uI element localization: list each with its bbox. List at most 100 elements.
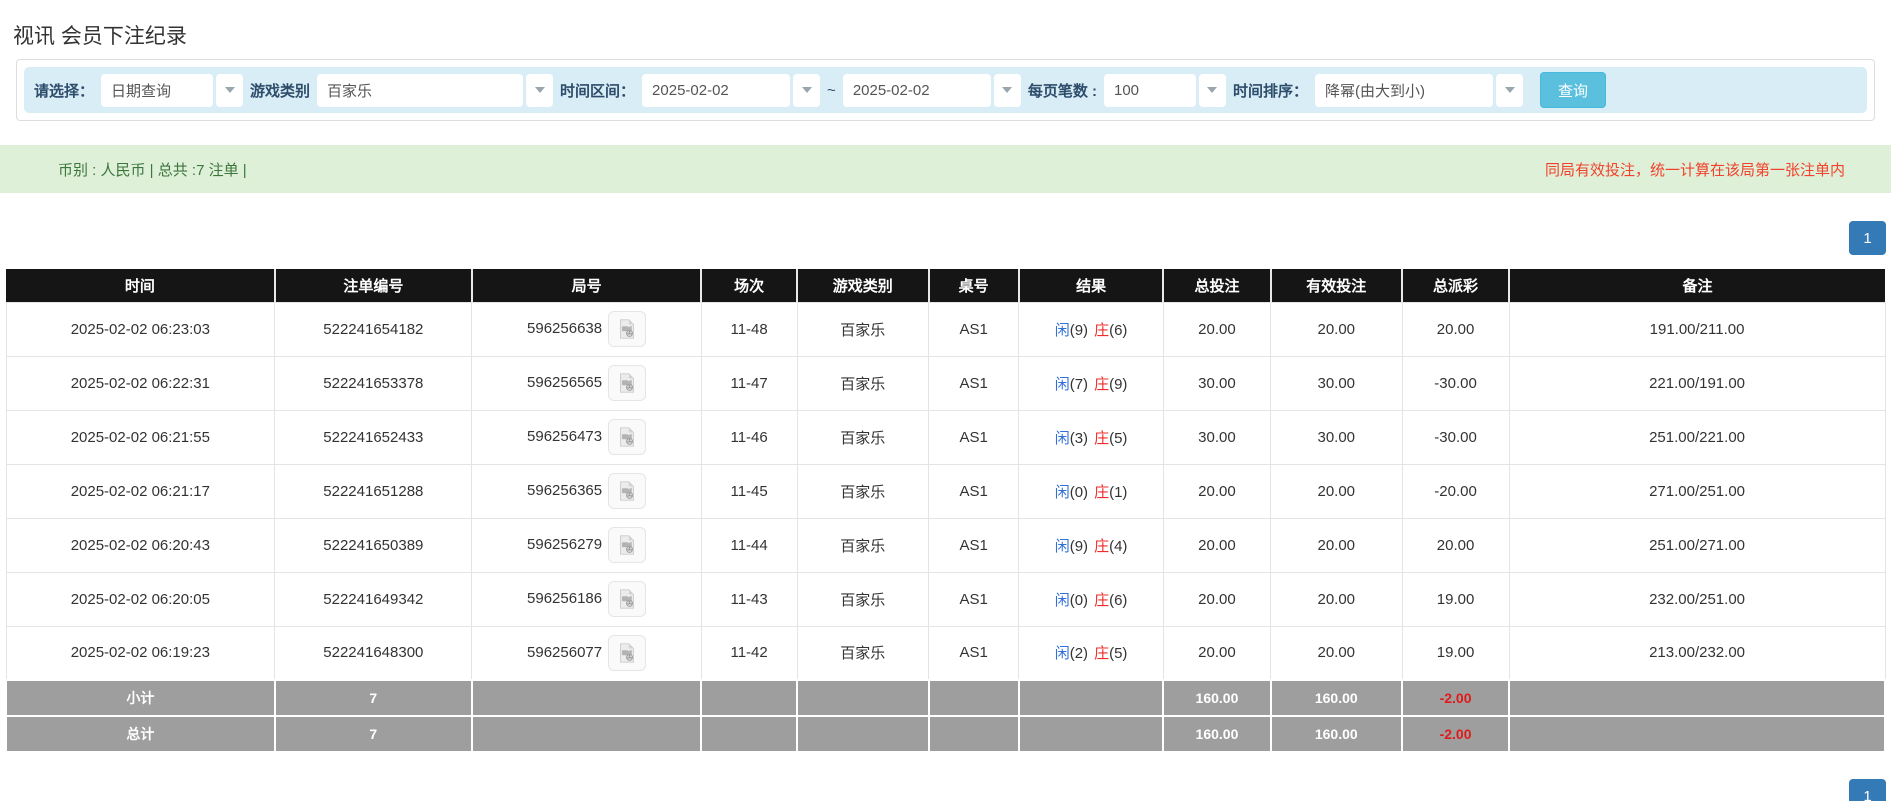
valid-bet-cell: 20.00 [1271, 518, 1403, 572]
date-from-caret-button[interactable] [793, 74, 820, 107]
player-result-points: (9) [1070, 538, 1088, 555]
sort-order-label: 时间排序： [1233, 80, 1308, 101]
date-from-select[interactable]: 2025-02-02 [642, 74, 820, 107]
total-bet-link[interactable]: 20.00 [1163, 518, 1270, 572]
game-type-value[interactable]: 百家乐 [317, 74, 523, 107]
player-result-label: 闲 [1055, 538, 1070, 555]
session-cell: 11-44 [701, 518, 797, 572]
round-id: 596256186 [527, 590, 602, 607]
summary-empty-cell [472, 716, 701, 752]
date-from-value[interactable]: 2025-02-02 [642, 74, 790, 107]
valid-bet-cell: 30.00 [1271, 410, 1403, 464]
sort-order-value[interactable]: 降幂(由大到小) [1315, 74, 1493, 107]
bet-id-cell: 522241649342 [275, 572, 472, 626]
game-type-cell: 百家乐 [797, 518, 929, 572]
sort-order-caret-button[interactable] [1496, 74, 1523, 107]
page-size-caret-button[interactable] [1199, 74, 1226, 107]
summary-empty-cell [797, 680, 929, 716]
banker-result-points: (5) [1109, 430, 1127, 447]
total-bet-link[interactable]: 30.00 [1163, 410, 1270, 464]
result-cell: 闲(9)庄(4) [1019, 518, 1164, 572]
game-type-select[interactable]: 百家乐 [317, 74, 553, 107]
valid-bet-cell: 30.00 [1271, 356, 1403, 410]
summary-valid-bet-cell: 160.00 [1271, 680, 1403, 716]
summary-total-bet-cell: 160.00 [1163, 680, 1270, 716]
total-bet-link[interactable]: 30.00 [1163, 356, 1270, 410]
payout-cell: 20.00 [1402, 518, 1509, 572]
session-cell: 11-46 [701, 410, 797, 464]
caret-down-icon [535, 87, 545, 93]
video-file-icon [616, 588, 638, 610]
session-cell: 11-45 [701, 464, 797, 518]
note-cell: 191.00/211.00 [1509, 302, 1885, 356]
column-header: 结果 [1019, 269, 1164, 302]
video-replay-button[interactable] [608, 635, 646, 671]
payout-cell: -30.00 [1402, 356, 1509, 410]
video-file-icon [616, 372, 638, 394]
query-type-select[interactable]: 日期查询 [101, 74, 243, 107]
video-replay-button[interactable] [608, 473, 646, 509]
column-header: 总投注 [1163, 269, 1270, 302]
video-replay-button[interactable] [608, 419, 646, 455]
date-to-value[interactable]: 2025-02-02 [843, 74, 991, 107]
banker-result-points: (6) [1109, 322, 1127, 339]
date-to-caret-button[interactable] [994, 74, 1021, 107]
page-size-select[interactable]: 100 [1104, 74, 1226, 107]
total-bet-link[interactable]: 20.00 [1163, 626, 1270, 680]
total-bet-link[interactable]: 20.00 [1163, 572, 1270, 626]
table-row: 2025-02-02 06:22:31 522241653378 5962565… [6, 356, 1885, 410]
result-cell: 闲(2)庄(5) [1019, 626, 1164, 680]
banker-result-points: (9) [1109, 376, 1127, 393]
summary-empty-cell [797, 716, 929, 752]
query-type-value[interactable]: 日期查询 [101, 74, 213, 107]
page-1-button[interactable]: 1 [1849, 221, 1886, 255]
payout-cell: 19.00 [1402, 626, 1509, 680]
video-replay-button[interactable] [608, 527, 646, 563]
video-replay-button[interactable] [608, 581, 646, 617]
round-id: 596256279 [527, 536, 602, 553]
time-cell: 2025-02-02 06:20:43 [6, 518, 275, 572]
caret-down-icon [225, 87, 235, 93]
banker-result-label: 庄 [1094, 376, 1109, 393]
game-type-caret-button[interactable] [526, 74, 553, 107]
session-cell: 11-47 [701, 356, 797, 410]
valid-bet-cell: 20.00 [1271, 572, 1403, 626]
note-cell: 251.00/221.00 [1509, 410, 1885, 464]
round-cell: 596256473 [472, 410, 701, 464]
column-header: 总派彩 [1402, 269, 1509, 302]
table-row: 2025-02-02 06:20:43 522241650389 5962562… [6, 518, 1885, 572]
page-size-label: 每页笔数 : [1028, 80, 1097, 101]
round-id: 596256638 [527, 320, 602, 337]
pagination-top: 1 [0, 221, 1891, 255]
search-button[interactable]: 查询 [1540, 72, 1606, 108]
page-size-value[interactable]: 100 [1104, 74, 1196, 107]
column-header: 注单编号 [275, 269, 472, 302]
summary-empty-cell [929, 680, 1019, 716]
page-1-button[interactable]: 1 [1849, 779, 1886, 801]
column-header: 场次 [701, 269, 797, 302]
video-file-icon [616, 318, 638, 340]
round-id: 596256077 [527, 644, 602, 661]
video-replay-button[interactable] [608, 311, 646, 347]
pagination-bottom: 1 [0, 779, 1891, 801]
round-id: 596256473 [527, 428, 602, 445]
total-bet-link[interactable]: 20.00 [1163, 302, 1270, 356]
video-replay-button[interactable] [608, 365, 646, 401]
time-range-label: 时间区间： [560, 80, 635, 101]
summary-valid-bet-cell: 160.00 [1271, 716, 1403, 752]
game-type-cell: 百家乐 [797, 302, 929, 356]
result-cell: 闲(0)庄(1) [1019, 464, 1164, 518]
table-no-cell: AS1 [929, 410, 1019, 464]
date-range-tilde: ~ [827, 82, 836, 99]
player-result-points: (2) [1070, 645, 1088, 662]
query-type-caret-button[interactable] [216, 74, 243, 107]
player-result-points: (3) [1070, 430, 1088, 447]
player-result-label: 闲 [1055, 376, 1070, 393]
total-bet-link[interactable]: 20.00 [1163, 464, 1270, 518]
banker-result-points: (6) [1109, 592, 1127, 609]
summary-empty-cell [1019, 716, 1164, 752]
banker-result-label: 庄 [1094, 322, 1109, 339]
time-cell: 2025-02-02 06:20:05 [6, 572, 275, 626]
sort-order-select[interactable]: 降幂(由大到小) [1315, 74, 1523, 107]
date-to-select[interactable]: 2025-02-02 [843, 74, 1021, 107]
